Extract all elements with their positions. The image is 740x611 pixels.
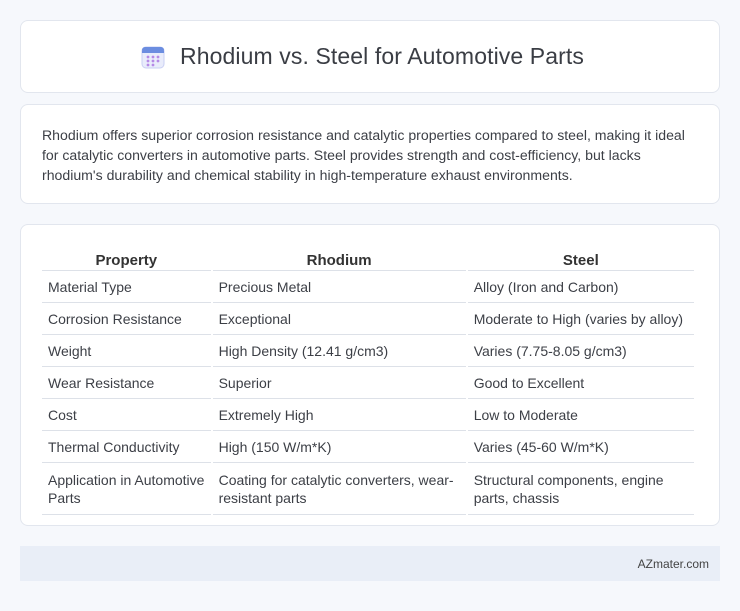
table-row: Corrosion Resistance Exceptional Moderat… bbox=[42, 303, 694, 335]
cell-steel: Varies (7.75-8.05 g/cm3) bbox=[467, 335, 694, 367]
cell-property: Wear Resistance bbox=[42, 367, 211, 399]
cell-property: Cost bbox=[42, 399, 211, 431]
table-row: Cost Extremely High Low to Moderate bbox=[42, 399, 694, 431]
footer-source: AZmater.com bbox=[637, 556, 709, 571]
cell-property: Weight bbox=[42, 335, 211, 367]
calendar-icon bbox=[140, 44, 166, 70]
cell-steel: Varies (45-60 W/m*K) bbox=[467, 431, 694, 463]
cell-property: Thermal Conductivity bbox=[42, 431, 211, 463]
cell-steel: Low to Moderate bbox=[467, 399, 694, 431]
table-row: Material Type Precious Metal Alloy (Iron… bbox=[42, 271, 694, 303]
table-header-row: Property Rhodium Steel bbox=[42, 245, 694, 271]
cell-property: Corrosion Resistance bbox=[42, 303, 211, 335]
cell-steel: Moderate to High (varies by alloy) bbox=[467, 303, 694, 335]
page-title: Rhodium vs. Steel for Automotive Parts bbox=[180, 43, 584, 69]
comparison-table: Property Rhodium Steel Material Type Pre… bbox=[40, 245, 696, 515]
cell-steel: Structural components, engine parts, cha… bbox=[467, 463, 694, 515]
header-rhodium: Rhodium bbox=[212, 245, 466, 271]
description-text: Rhodium offers superior corrosion resist… bbox=[42, 127, 685, 183]
cell-rhodium: Exceptional bbox=[212, 303, 466, 335]
cell-steel: Good to Excellent bbox=[467, 367, 694, 399]
title-card: Rhodium vs. Steel for Automotive Parts bbox=[20, 20, 720, 93]
cell-rhodium: Extremely High bbox=[212, 399, 466, 431]
cell-steel: Alloy (Iron and Carbon) bbox=[467, 271, 694, 303]
cell-rhodium: Precious Metal bbox=[212, 271, 466, 303]
cell-rhodium: Superior bbox=[212, 367, 466, 399]
footer-bar: AZmater.com bbox=[20, 546, 720, 581]
table-row: Application in Automotive Parts Coating … bbox=[42, 463, 694, 515]
description-card: Rhodium offers superior corrosion resist… bbox=[20, 104, 720, 204]
table-row: Weight High Density (12.41 g/cm3) Varies… bbox=[42, 335, 694, 367]
header-property: Property bbox=[42, 245, 211, 271]
cell-rhodium: High (150 W/m*K) bbox=[212, 431, 466, 463]
cell-property: Material Type bbox=[42, 271, 211, 303]
cell-rhodium: Coating for catalytic converters, wear-r… bbox=[212, 463, 466, 515]
title-wrap: Rhodium vs. Steel for Automotive Parts bbox=[140, 43, 584, 70]
header-steel: Steel bbox=[467, 245, 694, 271]
table-row: Thermal Conductivity High (150 W/m*K) Va… bbox=[42, 431, 694, 463]
cell-rhodium: High Density (12.41 g/cm3) bbox=[212, 335, 466, 367]
table-row: Wear Resistance Superior Good to Excelle… bbox=[42, 367, 694, 399]
comparison-card: Property Rhodium Steel Material Type Pre… bbox=[20, 224, 720, 526]
cell-property: Application in Automotive Parts bbox=[42, 463, 211, 515]
